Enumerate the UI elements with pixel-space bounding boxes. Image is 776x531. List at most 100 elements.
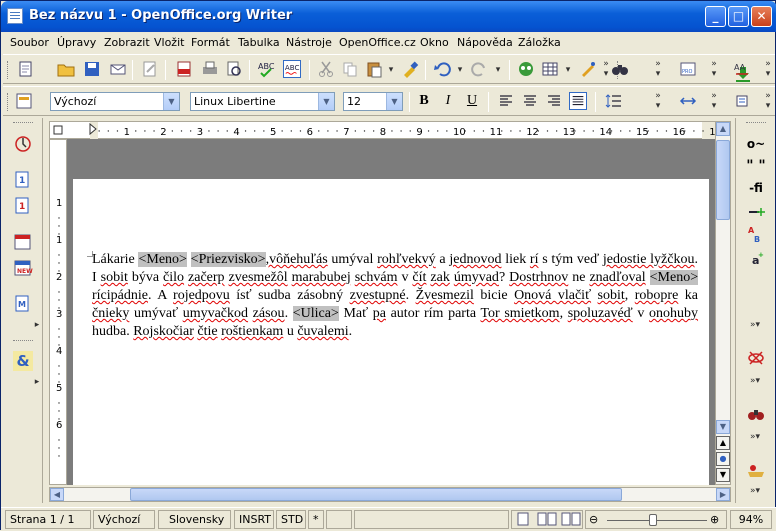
text-run[interactable]: v [633, 306, 649, 321]
toolbar3-overflow-icon[interactable]: » ▾ [709, 59, 719, 83]
text-run[interactable]: Mať [339, 306, 373, 321]
menu-vlozit[interactable]: Vložit [154, 36, 184, 49]
menu-napoveda[interactable]: Nápověda [457, 36, 513, 49]
misspelled-word[interactable]: zvesmežôl [229, 270, 288, 285]
misspelled-word[interactable]: Onová vlačiť [514, 288, 591, 303]
text-run[interactable]: autor rím parta [386, 306, 481, 321]
misspelled-word[interactable]: zásou [253, 306, 285, 321]
text-run[interactable]: , [625, 288, 635, 303]
autotext-icon[interactable] [746, 460, 766, 480]
right-toolbar2-expand-icon[interactable]: »▾ [740, 376, 770, 386]
zoom-out-icon[interactable]: ⊖ [589, 511, 598, 528]
misspelled-word[interactable]: čít [412, 270, 426, 285]
text-run[interactable]: umývať [129, 306, 182, 321]
left-toolbar2-expand-icon[interactable]: ▸ [33, 377, 41, 387]
find-replace-binoculars-icon[interactable] [746, 404, 766, 424]
scroll-up-button[interactable]: ▲ [716, 122, 730, 136]
vertical-scroll-thumb[interactable] [716, 140, 730, 220]
format-overflow3-icon[interactable]: » ▾ [763, 91, 773, 115]
toolbar2-overflow-icon[interactable]: » ▾ [653, 59, 663, 83]
degree-symbol-icon[interactable]: o~ [746, 134, 766, 154]
text-run[interactable]: hudba. [92, 324, 133, 339]
menu-openoffice-cz[interactable]: OpenOffice.cz [339, 36, 416, 49]
insert-page-number-icon[interactable]: 1 [13, 170, 33, 190]
text-run[interactable]: . [406, 288, 416, 303]
document-text-body[interactable]: Lákarie <Meno> <Priezvisko>,vôňehuľás um… [92, 251, 699, 341]
scroll-left-button[interactable]: ◀ [50, 488, 64, 501]
align-right-icon[interactable] [545, 92, 563, 110]
misspelled-word[interactable]: zvestupné [350, 288, 406, 303]
print-preview-icon[interactable] [225, 60, 243, 78]
misspelled-word[interactable]: Rojskočiar [133, 324, 194, 339]
menu-soubor[interactable]: Soubor [10, 36, 49, 49]
navigator-icon[interactable] [517, 60, 535, 78]
misspelled-word[interactable]: úmyvad [454, 270, 499, 285]
format-overflow-icon[interactable]: » ▾ [653, 91, 663, 115]
find-binoculars-icon[interactable] [611, 60, 629, 78]
status-selection-mode[interactable]: STD [276, 510, 306, 529]
text-run[interactable]: v [397, 270, 412, 285]
misspelled-word[interactable]: sobit [101, 270, 128, 285]
misspelled-word[interactable]: pa [373, 306, 386, 321]
print-icon[interactable] [201, 60, 219, 78]
autospellcheck-icon[interactable]: ABC [283, 60, 301, 78]
paragraph-style-select[interactable]: Výchozí ▼ [50, 92, 180, 111]
text-run[interactable]: u [283, 324, 297, 339]
undo-icon[interactable] [433, 60, 451, 78]
text-run[interactable]: Lákarie [92, 252, 138, 267]
text-run[interactable]: , [560, 306, 568, 321]
misspelled-word[interactable]: jednovod [449, 252, 501, 267]
quotes-icon[interactable]: " " [746, 156, 766, 176]
view-layout-icon[interactable] [514, 511, 582, 527]
misspelled-word[interactable]: sobit [598, 288, 625, 303]
menu-okno[interactable]: Okno [420, 36, 449, 49]
misspelled-word[interactable]: rohľvekvý [377, 252, 436, 267]
text-run[interactable]: ka [678, 288, 698, 303]
status-language[interactable]: Slovensky [158, 510, 231, 529]
edit-file-icon[interactable] [141, 60, 159, 78]
justify-icon[interactable] [569, 92, 587, 110]
mail-merge-ampersand-icon[interactable]: & [13, 351, 33, 371]
vertical-scrollbar[interactable]: ▲ ▼ ▲ ● ▼ [715, 121, 731, 485]
new-document-icon[interactable] [17, 60, 35, 78]
horizontal-ruler[interactable]: 1234567891011121314151617 [49, 121, 741, 140]
text-run[interactable]: umýval [328, 252, 377, 267]
menu-zalozka[interactable]: Záložka [518, 36, 561, 49]
misspelled-word[interactable]: zak [430, 270, 449, 285]
misspelled-word[interactable]: začerp [188, 270, 225, 285]
email-icon[interactable] [109, 60, 127, 78]
chevron-down-icon[interactable]: ▼ [386, 93, 402, 110]
zoom-slider-track[interactable] [607, 520, 707, 521]
horizontal-scroll-thumb[interactable] [130, 488, 622, 501]
previous-page-button[interactable]: ▲ [716, 436, 730, 450]
navigation-dot-button[interactable]: ● [716, 452, 730, 466]
save-icon[interactable] [83, 60, 101, 78]
misspelled-word[interactable]: čtie [197, 324, 217, 339]
align-center-icon[interactable] [521, 92, 539, 110]
export-pdf-icon[interactable] [175, 60, 193, 78]
misspelled-word[interactable]: robopre [635, 288, 679, 303]
text-run[interactable]: ísť sudba zásobný [230, 288, 350, 303]
menu-upravy[interactable]: Úpravy [57, 36, 96, 49]
menu-format[interactable]: Formát [191, 36, 230, 49]
italic-button[interactable]: I [439, 92, 457, 110]
toolbar-grip[interactable] [746, 122, 766, 125]
line-spacing-icon[interactable] [605, 92, 623, 110]
format-paintbrush-icon[interactable] [401, 60, 419, 78]
status-page[interactable]: Strana 1 / 1 [5, 510, 91, 529]
right-toolbar4-expand-icon[interactable]: »▾ [740, 486, 770, 496]
misspelled-word[interactable]: rícipádnie [92, 288, 148, 303]
pro-extension-icon[interactable]: PRO [679, 60, 697, 78]
status-zoom[interactable]: 94% [730, 510, 772, 529]
vertical-ruler[interactable]: 1 1 2 3 4 5 6 [49, 139, 67, 485]
open-folder-icon[interactable] [57, 60, 75, 78]
scroll-right-button[interactable]: ▶ [716, 488, 730, 501]
sort-ab-icon[interactable]: AB [746, 224, 766, 244]
toolbar-grip[interactable] [7, 93, 10, 111]
spellcheck-icon[interactable]: ABC [257, 60, 275, 78]
menu-tabulka[interactable]: Tabulka [238, 36, 280, 49]
status-insert-mode[interactable]: INSRT [234, 510, 274, 529]
text-run[interactable]: býva [128, 270, 163, 285]
menu-zobrazit[interactable]: Zobrazit [104, 36, 150, 49]
text-run[interactable]: bicie [474, 288, 514, 303]
